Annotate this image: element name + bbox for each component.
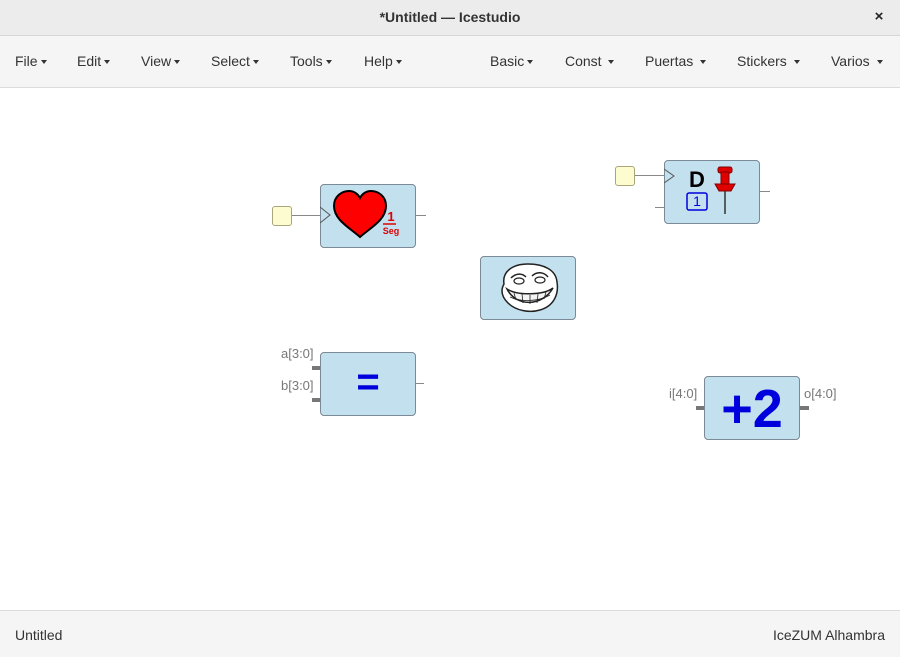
heart-number: 1 [387,209,395,224]
menu-varios[interactable]: Varios [831,53,883,69]
menu-edit[interactable]: Edit [77,53,111,69]
caret-down-icon [876,60,883,65]
menu-select-label: Select [211,53,250,69]
menu-tools-label: Tools [290,53,323,69]
status-filename: Untitled [15,627,63,643]
dff-init-value: 1 [693,193,701,209]
menu-stickers[interactable]: Stickers [737,53,800,69]
menu-stickers-label: Stickers [737,53,791,69]
troll-block[interactable] [480,256,576,320]
comparator-block[interactable]: = [320,352,416,416]
menu-tools[interactable]: Tools [290,53,332,69]
clock-triangle-icon [320,206,331,224]
menu-file[interactable]: File [15,53,47,69]
menu-varios-label: Varios [831,53,874,69]
output-wire [416,215,426,216]
troll-face-icon [501,263,559,313]
input-label-a: a[3:0] [281,346,314,361]
title-bar: *Untitled — Icestudio × [0,0,900,36]
comparator-symbol: = [356,360,380,404]
caret-down-icon [252,60,259,65]
heart-block[interactable]: 1 Seg [320,184,416,248]
menu-select[interactable]: Select [211,53,259,69]
menu-const[interactable]: Const [565,53,615,69]
caret-down-icon [40,60,47,65]
menu-basic-label: Basic [490,53,525,69]
menu-view[interactable]: View [141,53,181,69]
menu-basic[interactable]: Basic [490,53,534,69]
heart-unit: Seg [382,226,400,236]
menu-bar: File Edit View Select Tools Help Basic C… [0,36,900,88]
caret-down-icon [395,60,402,65]
input-label-i: i[4:0] [669,386,698,401]
menu-file-label: File [15,53,38,69]
clock-triangle-icon [664,168,675,184]
input-port[interactable] [615,166,635,186]
wire[interactable] [635,175,665,176]
menu-puertas-label: Puertas [645,53,698,69]
caret-down-icon [527,60,534,65]
caret-down-icon [325,60,332,65]
dff-block[interactable]: D 1 [664,160,760,224]
input-port[interactable] [272,206,292,226]
output-wire [760,191,770,192]
caret-down-icon [793,60,800,65]
status-bar: Untitled IceZUM Alhambra [0,610,900,657]
design-canvas[interactable]: 1 Seg D 1 a[3:0] b[3:0] = i[4:0] o[4:0] … [0,88,900,610]
menu-const-label: Const [565,53,606,69]
close-icon[interactable]: × [870,8,888,26]
caret-down-icon [104,60,111,65]
caret-down-icon [700,60,707,65]
dff-block-graphic [664,166,736,214]
wire[interactable] [292,215,320,216]
input-label-b: b[3:0] [281,378,314,393]
adder-symbol: +2 [721,379,783,439]
caret-down-icon [608,60,615,65]
output-label-o: o[4:0] [804,386,837,401]
adder-block[interactable]: +2 [704,376,800,440]
menu-view-label: View [141,53,172,69]
window-title: *Untitled — Icestudio [379,9,521,25]
status-board[interactable]: IceZUM Alhambra [773,627,885,643]
output-port-o[interactable] [800,406,809,410]
menu-puertas[interactable]: Puertas [645,53,707,69]
heart-block-graphic [320,189,396,239]
menu-edit-label: Edit [77,53,102,69]
output-wire [416,383,424,384]
pushpin-icon [714,166,736,214]
caret-down-icon [174,60,181,65]
menu-help-label: Help [364,53,393,69]
menu-help[interactable]: Help [364,53,402,69]
dff-letter: D [689,167,705,192]
